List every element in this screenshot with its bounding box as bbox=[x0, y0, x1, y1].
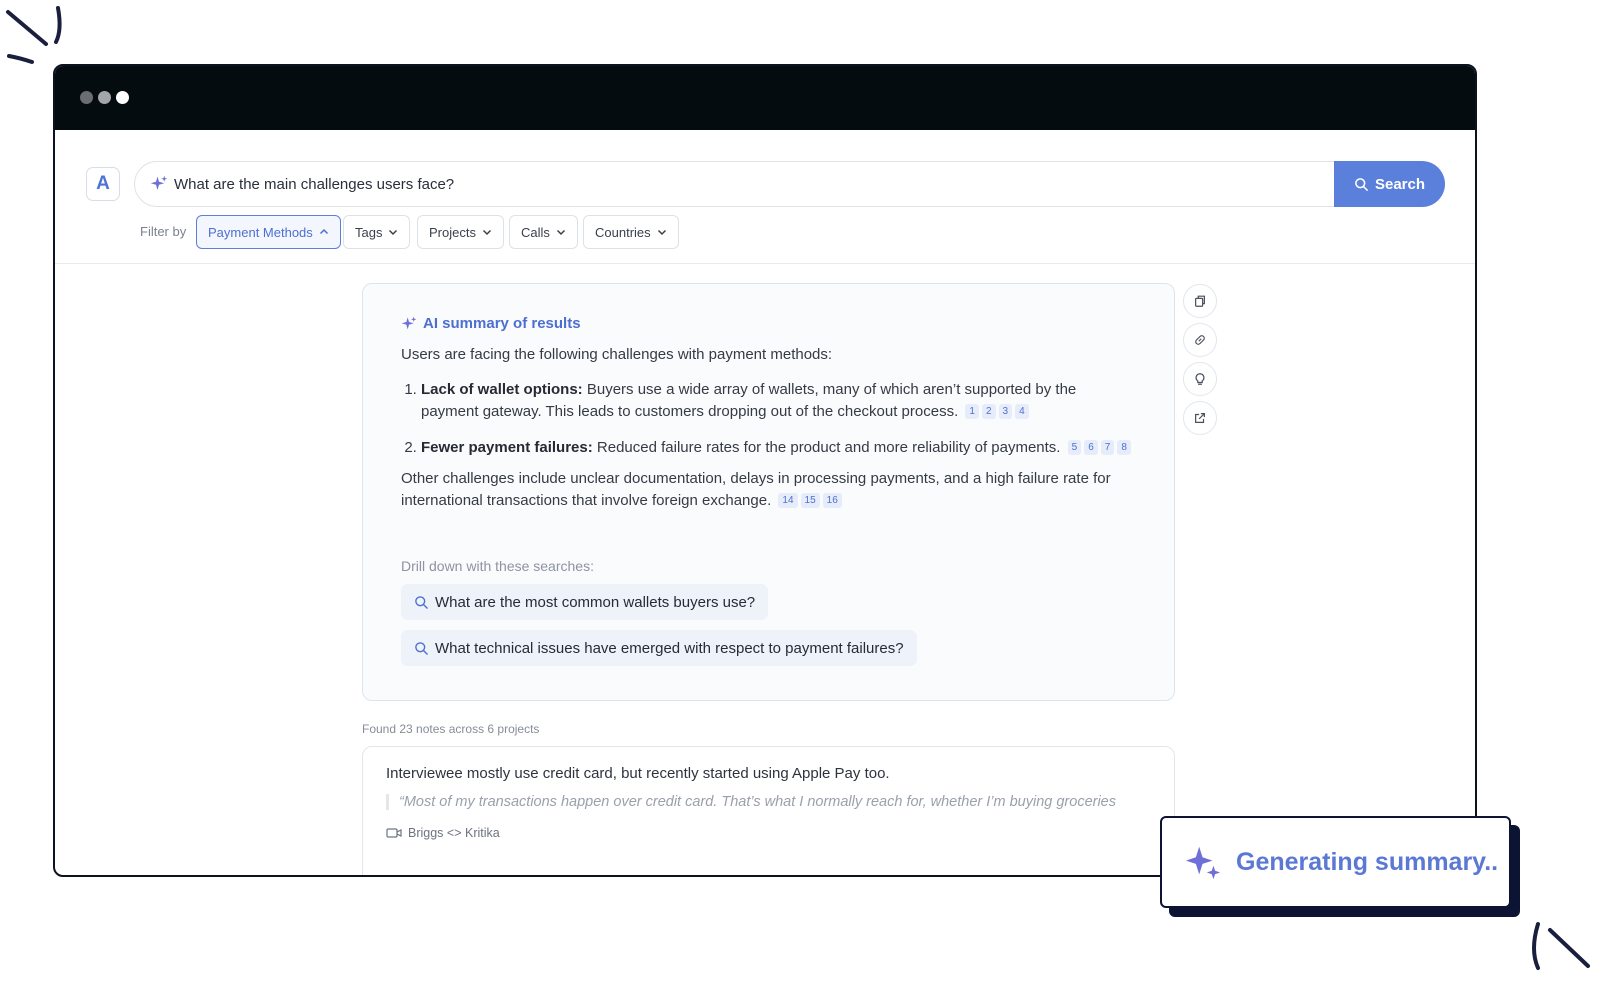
filter-chip-tags[interactable]: Tags bbox=[343, 215, 411, 249]
external-link-icon bbox=[1195, 413, 1205, 423]
summary-other-text: Other challenges include unclear documen… bbox=[401, 470, 1111, 509]
filter-chip-label: Calls bbox=[521, 224, 550, 240]
close-window-button[interactable] bbox=[80, 91, 93, 104]
sparkle-icon bbox=[1185, 846, 1221, 880]
sparkle-icon bbox=[150, 175, 168, 190]
note-card[interactable]: Interviewee mostly use credit card, but … bbox=[362, 746, 1175, 875]
search-icon bbox=[1355, 177, 1368, 191]
filter-chip-label: Payment Methods bbox=[208, 224, 313, 240]
search-button-label: Search bbox=[1374, 175, 1426, 193]
suggested-search-button[interactable]: What are the most common wallets buyers … bbox=[401, 584, 769, 620]
call-label: Briggs <> Kritika bbox=[408, 826, 500, 840]
search-icon bbox=[415, 595, 428, 609]
citation-badge[interactable]: 6 bbox=[1084, 440, 1098, 455]
search-icon bbox=[415, 641, 428, 655]
citation-badge[interactable]: 14 bbox=[778, 493, 798, 508]
suggested-search-label: What are the most common wallets buyers … bbox=[435, 593, 756, 611]
summary-item-heading: Lack of wallet options: bbox=[421, 381, 583, 398]
filter-chip-label: Projects bbox=[429, 224, 476, 240]
drill-down-label: Drill down with these searches: bbox=[401, 558, 594, 574]
lightbulb-icon bbox=[1195, 373, 1205, 385]
citation-badge[interactable]: 5 bbox=[1067, 440, 1082, 455]
results-count: Found 23 notes across 6 projects bbox=[362, 722, 540, 736]
summary-item-text: Reduced failure rates for the product an… bbox=[596, 439, 1061, 456]
chevron-down-icon bbox=[556, 229, 565, 236]
summary-item-heading: Fewer payment failures: bbox=[421, 439, 593, 456]
summary-title-text: AI summary of results bbox=[423, 315, 581, 332]
copy-link-button[interactable] bbox=[1183, 323, 1217, 357]
ai-summary-card: AI summary of results Users are facing t… bbox=[362, 283, 1175, 701]
summary-title: AI summary of results bbox=[401, 315, 1136, 332]
filter-chip-countries[interactable]: Countries bbox=[583, 215, 679, 249]
summary-other: Other challenges include unclear documen… bbox=[401, 468, 1136, 512]
summary-list: Lack of wallet options: Buyers use a wid… bbox=[401, 379, 1136, 459]
summary-intro: Users are facing the following challenge… bbox=[401, 346, 833, 363]
open-external-button[interactable] bbox=[1183, 401, 1217, 435]
chevron-up-icon bbox=[319, 228, 328, 235]
sparkle-icon bbox=[401, 316, 417, 329]
citation-badge[interactable]: 15 bbox=[800, 493, 820, 508]
filter-chip-payment-methods[interactable]: Payment Methods bbox=[196, 215, 341, 249]
citation-badge[interactable]: 1 bbox=[965, 404, 979, 419]
decorative-strokes-bottom-right bbox=[1532, 922, 1590, 970]
citation-badge[interactable]: 16 bbox=[822, 493, 842, 508]
citation-badge[interactable]: 7 bbox=[1100, 440, 1115, 455]
avatar[interactable]: A bbox=[86, 167, 120, 201]
header-divider bbox=[55, 263, 1475, 264]
insight-button[interactable] bbox=[1183, 362, 1217, 396]
summary-list-item: Fewer payment failures: Reduced failure … bbox=[421, 437, 1136, 459]
chevron-down-icon bbox=[657, 229, 666, 236]
title-bar bbox=[55, 66, 1475, 130]
minimize-window-button[interactable] bbox=[98, 91, 111, 104]
filter-label: Filter by bbox=[140, 224, 187, 239]
maximize-window-button[interactable] bbox=[116, 91, 129, 104]
filter-chip-label: Tags bbox=[355, 224, 383, 240]
search-box[interactable] bbox=[134, 161, 1374, 207]
decorative-strokes-top-left bbox=[6, 6, 62, 64]
suggested-search-label: What technical issues have emerged with … bbox=[435, 639, 904, 657]
filter-chip-calls[interactable]: Calls bbox=[509, 215, 578, 249]
filter-chip-projects[interactable]: Projects bbox=[417, 215, 504, 249]
generating-summary-toast: Generating summary.. bbox=[1160, 816, 1511, 908]
note-quote: “Most of my transactions happen over cre… bbox=[386, 794, 1151, 810]
copy-icon bbox=[1195, 295, 1205, 307]
suggested-search-button[interactable]: What technical issues have emerged with … bbox=[401, 630, 917, 666]
chevron-down-icon bbox=[482, 229, 491, 236]
chevron-down-icon bbox=[389, 229, 398, 236]
call-link[interactable]: Briggs <> Kritika bbox=[386, 826, 1151, 840]
citation-badge[interactable]: 8 bbox=[1117, 440, 1131, 455]
toast-label: Generating summary.. bbox=[1236, 847, 1499, 876]
citation-badge[interactable]: 3 bbox=[998, 404, 1013, 419]
filter-chip-label: Countries bbox=[595, 224, 651, 240]
copy-button[interactable] bbox=[1183, 284, 1217, 318]
citation-badge[interactable]: 2 bbox=[981, 404, 996, 419]
search-button[interactable]: Search bbox=[1334, 161, 1445, 207]
summary-side-toolbar bbox=[1183, 284, 1217, 440]
video-camera-icon bbox=[386, 828, 402, 838]
note-text: Interviewee mostly use credit card, but … bbox=[386, 765, 890, 782]
citation-badge[interactable]: 4 bbox=[1015, 404, 1029, 419]
search-input[interactable] bbox=[174, 175, 1174, 193]
app-window: A Search Filter by Payment Methods Tags bbox=[53, 64, 1477, 877]
link-icon bbox=[1195, 335, 1205, 345]
search-row: A Search bbox=[55, 161, 1475, 207]
filter-row: Filter by Payment Methods Tags Projects … bbox=[55, 215, 1475, 249]
summary-list-item: Lack of wallet options: Buyers use a wid… bbox=[421, 379, 1136, 423]
